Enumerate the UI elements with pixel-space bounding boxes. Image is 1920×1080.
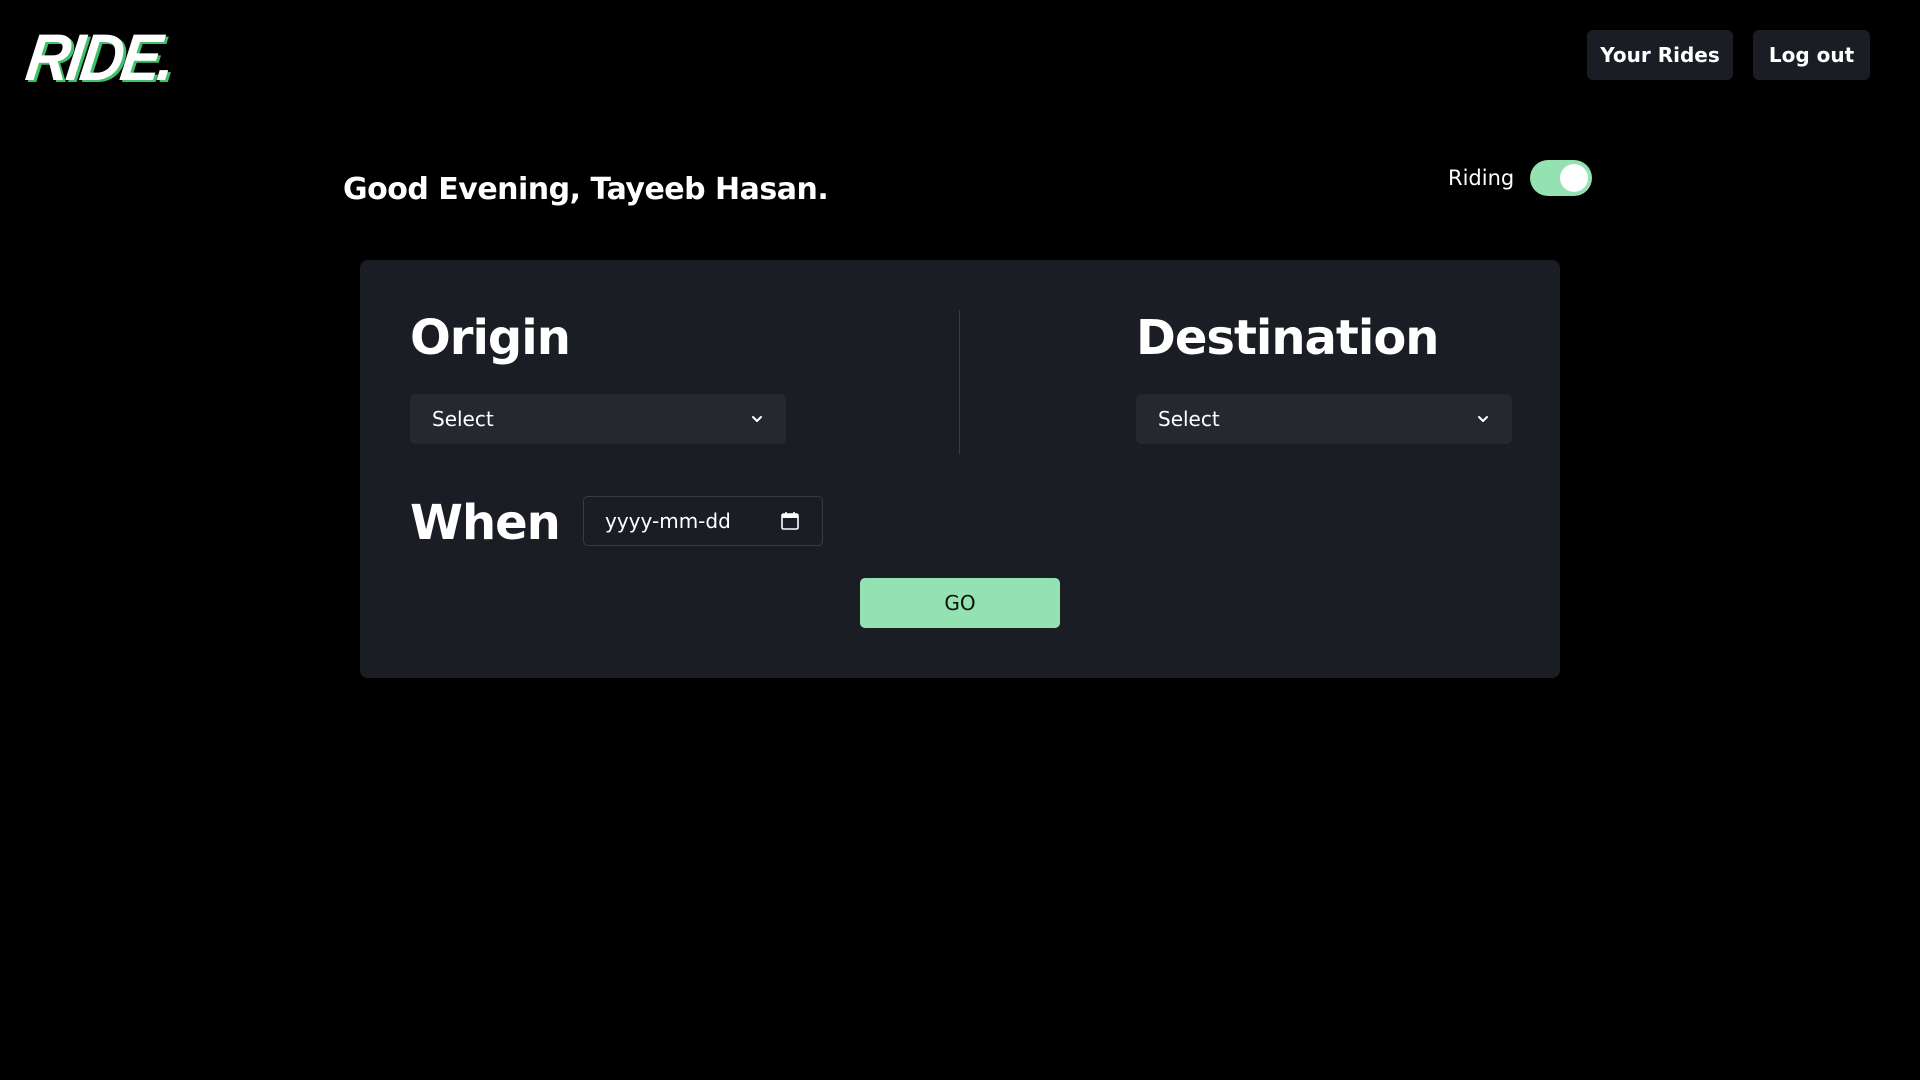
toggle-knob <box>1560 164 1589 192</box>
chevron-down-icon <box>1478 416 1488 422</box>
date-input-placeholder: yyyy-mm-dd <box>605 509 731 533</box>
logout-button[interactable]: Log out <box>1753 30 1870 80</box>
origin-heading: Origin <box>410 310 571 366</box>
riding-toggle-group: Riding <box>1448 160 1593 196</box>
ride-search-card: Origin Select Destination Select When yy… <box>360 260 1560 678</box>
column-divider <box>959 310 960 454</box>
destination-select-value: Select <box>1158 407 1220 431</box>
date-input[interactable]: yyyy-mm-dd <box>583 496 823 546</box>
ride-logo[interactable]: RIDE. <box>22 21 177 95</box>
destination-heading: Destination <box>1136 310 1439 366</box>
greeting-text: Good Evening, Tayeeb Hasan. <box>343 172 829 207</box>
when-heading: When <box>410 495 561 551</box>
riding-toggle-label: Riding <box>1448 166 1515 190</box>
calendar-icon[interactable] <box>780 511 800 531</box>
your-rides-button[interactable]: Your Rides <box>1587 30 1733 80</box>
destination-select[interactable]: Select <box>1136 394 1512 444</box>
chevron-down-icon <box>752 416 762 422</box>
origin-select[interactable]: Select <box>410 394 786 444</box>
riding-toggle[interactable] <box>1530 160 1593 196</box>
go-button[interactable]: GO <box>860 578 1060 628</box>
origin-select-value: Select <box>432 407 494 431</box>
